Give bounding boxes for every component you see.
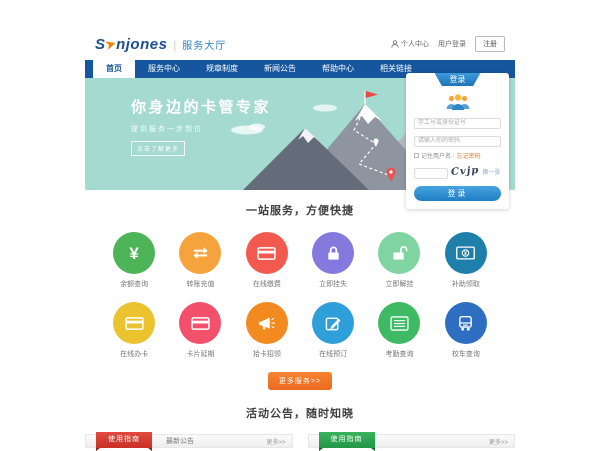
remember-row: 记住用户名 | 忘记密码: [414, 151, 501, 160]
logo-wordmark: S➤njones: [95, 36, 167, 53]
captcha-refresh-link[interactable]: 换一张: [482, 167, 500, 176]
nav-item-help-center[interactable]: 帮助中心: [309, 60, 367, 78]
banknote-icon: ¥: [456, 246, 475, 260]
remember-checkbox[interactable]: [414, 153, 419, 158]
password-input[interactable]: [414, 136, 501, 147]
announcement-panels: 使用指南 最新公告 更多>> 使用指南 更多>>: [85, 434, 515, 448]
panel-right: 使用指南 更多>>: [308, 434, 516, 448]
tab-guide-left[interactable]: 使用指南: [96, 432, 152, 448]
more-link-left[interactable]: 更多>>: [266, 437, 285, 446]
service-lost-found[interactable]: 拾卡招领: [234, 302, 300, 359]
forgot-password-link[interactable]: 忘记密码: [457, 151, 481, 160]
hero-text-block: 你身边的卡管专家 提供服务一步到位 点击了解更多: [131, 96, 271, 156]
service-balance-inquiry[interactable]: ¥ 余额查询: [101, 232, 167, 289]
site-name: 服务大厅: [182, 37, 226, 52]
personal-center-link[interactable]: 个人中心: [391, 39, 429, 49]
nav-item-news[interactable]: 新闻公告: [251, 60, 309, 78]
service-transfer-recharge[interactable]: 转账充值: [167, 232, 233, 289]
tab-latest-news[interactable]: 最新公告: [166, 436, 194, 446]
services-title: 一站服务，方便快捷: [246, 205, 354, 217]
captcha-row: Cvjp 换一张: [414, 164, 501, 179]
user-login-label: 用户登录: [438, 39, 466, 49]
username-input[interactable]: [414, 118, 501, 129]
captcha-image[interactable]: Cvjp: [451, 165, 480, 178]
header: S➤njones | 服务大厅 个人中心 用户登录 注册: [85, 28, 515, 60]
service-online-card-apply[interactable]: 在线办卡: [101, 302, 167, 359]
panel-left-tabbar: 使用指南 最新公告 更多>>: [85, 434, 293, 448]
lock-icon: [325, 245, 342, 262]
register-button[interactable]: 注册: [475, 36, 505, 52]
card-icon: [191, 316, 210, 331]
login-panel: 登录 记住用户名 | 忘记密码 Cvjp 换一张 登: [406, 73, 509, 209]
login-tab[interactable]: 登录: [435, 73, 481, 86]
service-attendance-inquiry[interactable]: 考勤查询: [366, 302, 432, 359]
transfer-arrows-icon: [191, 246, 210, 260]
bus-icon: [457, 315, 474, 332]
header-links: 个人中心 用户登录 注册: [391, 36, 505, 52]
panel-right-tabbar: 使用指南 更多>>: [308, 434, 516, 448]
services-section: 一站服务，方便快捷 ¥ 余额查询 转账充值: [85, 190, 515, 390]
nav-item-rules[interactable]: 规章制度: [193, 60, 251, 78]
logo[interactable]: S➤njones | 服务大厅: [95, 36, 226, 53]
tab-guide-right[interactable]: 使用指南: [319, 432, 375, 448]
divider: |: [453, 153, 455, 159]
remember-label: 记住用户名: [421, 151, 451, 160]
panel-left: 使用指南 最新公告 更多>>: [85, 434, 293, 448]
service-school-bus-inquiry[interactable]: 校车查询: [433, 302, 499, 359]
captcha-input[interactable]: [414, 168, 448, 179]
user-login-link[interactable]: 用户登录: [438, 39, 466, 49]
service-online-payment[interactable]: 在线缴费: [234, 232, 300, 289]
user-icon: [391, 40, 399, 48]
megaphone-icon: [258, 315, 276, 332]
hero-cta-button[interactable]: 点击了解更多: [131, 141, 185, 156]
hero-banner: 你身边的卡管专家 提供服务一步到位 点击了解更多: [85, 78, 515, 190]
service-unfreeze-card[interactable]: 立即解挂: [366, 232, 432, 289]
nav-item-service-center[interactable]: 服务中心: [135, 60, 193, 78]
logo-divider: |: [173, 40, 176, 52]
hero-subtitle: 提供服务一步到位: [131, 124, 271, 134]
unlock-icon: [391, 245, 408, 262]
more-services-button[interactable]: 更多服务>>: [268, 372, 332, 390]
nav-item-home[interactable]: 首页: [93, 60, 135, 78]
more-link-right[interactable]: 更多>>: [489, 437, 508, 446]
service-subsidy-collect[interactable]: ¥ 补助领取: [433, 232, 499, 289]
card-icon: [257, 246, 276, 261]
announcements-section: 活动公告，随时知晓 使用指南 最新公告 更多>> 使用指南 更多>>: [85, 405, 515, 448]
services-grid: ¥ 余额查询 转账充值 在线: [85, 219, 515, 359]
edit-icon: [325, 315, 342, 332]
site-container: S➤njones | 服务大厅 个人中心 用户登录 注册 首页 服务中心 规章制…: [85, 28, 515, 448]
yen-icon: ¥: [129, 245, 138, 262]
users-group-icon: [443, 92, 473, 111]
service-online-booking[interactable]: 在线预订: [300, 302, 366, 359]
list-icon: [390, 316, 409, 331]
login-submit-button[interactable]: 登录: [414, 186, 501, 201]
svg-text:¥: ¥: [464, 251, 467, 257]
service-report-loss[interactable]: 立即挂失: [300, 232, 366, 289]
card-icon: [125, 316, 144, 331]
personal-center-label: 个人中心: [401, 39, 429, 49]
service-card-renewal[interactable]: 卡片延期: [167, 302, 233, 359]
hero-title: 你身边的卡管专家: [131, 96, 271, 117]
announcements-title: 活动公告，随时知晓: [85, 405, 515, 421]
